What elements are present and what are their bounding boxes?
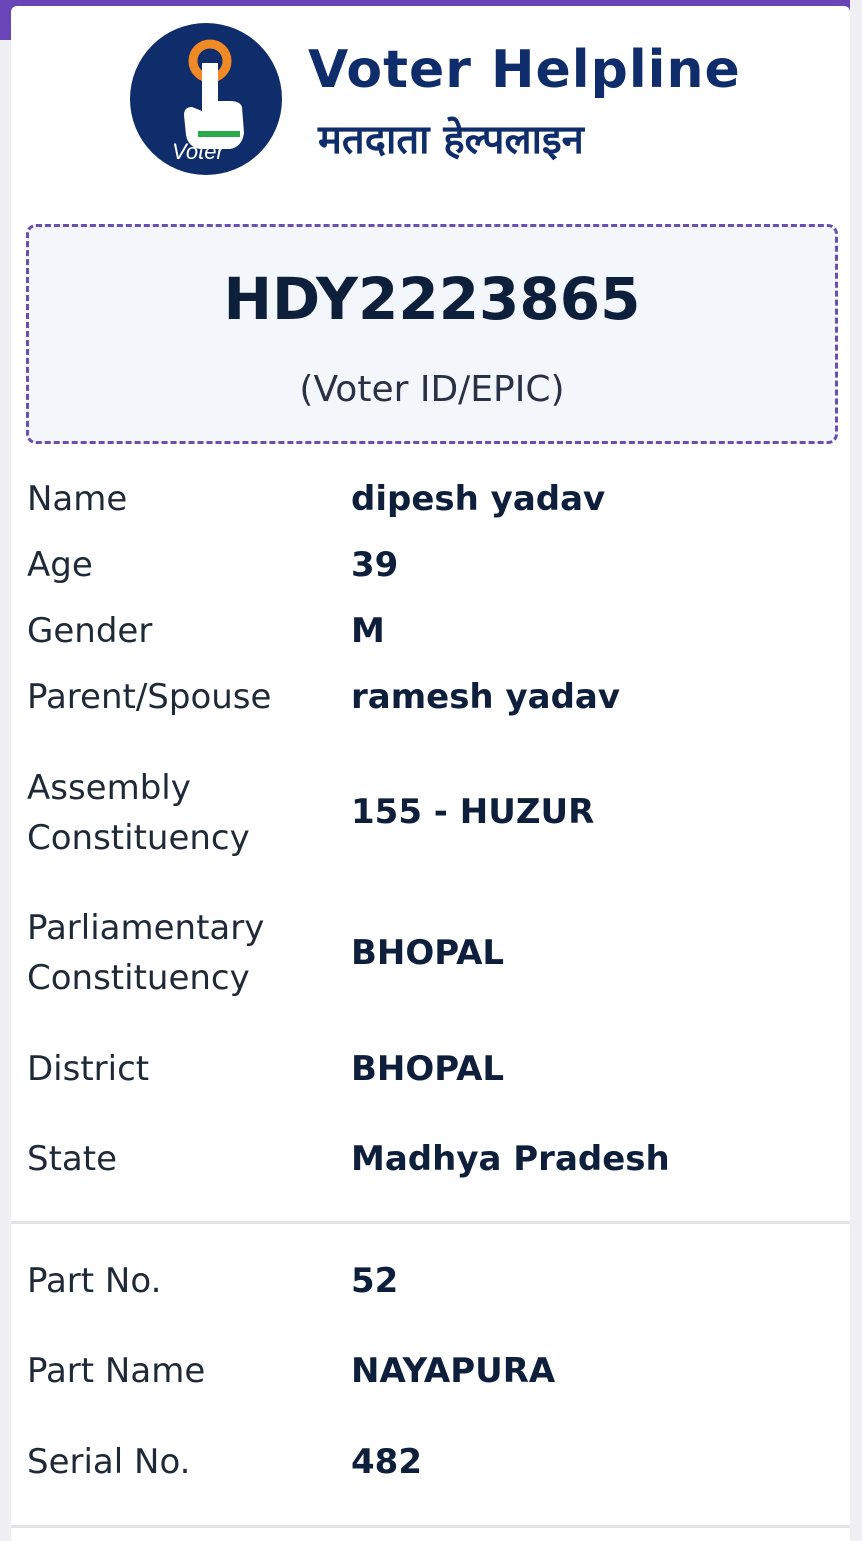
parent-spouse-value: ramesh yadav [351,677,621,717]
part-name-value: NAYAPURA [351,1351,556,1391]
app-title: Voter Helpline [308,40,741,100]
serial-no-label: Serial No. [27,1442,191,1482]
name-value: dipesh yadav [351,479,606,519]
gender-label: Gender [27,611,153,651]
district-value: BHOPAL [351,1049,505,1089]
epic-box: HDY2223865 (Voter ID/EPIC) [26,224,838,444]
parliamentary-value: BHOPAL [351,933,505,973]
gender-value: M [351,611,385,651]
epic-number: HDY2223865 [223,265,641,333]
section-divider [11,1221,850,1224]
parent-spouse-label: Parent/Spouse [27,677,272,717]
name-label: Name [27,479,128,519]
assembly-label-line1: Assembly [27,768,191,808]
epic-label: (Voter ID/EPIC) [299,369,565,410]
section-divider-bottom [11,1525,850,1528]
assembly-label-line2: Constituency [27,818,250,858]
part-name-label: Part Name [27,1351,206,1391]
parliamentary-label-line2: Constituency [27,958,250,998]
background-right [850,0,862,1541]
age-value: 39 [351,545,399,585]
voter-helpline-logo-icon: Voter [130,23,282,175]
assembly-value: 155 - HUZUR [351,792,595,832]
logo-text: Voter [172,139,225,164]
state-label: State [27,1139,117,1179]
age-label: Age [27,545,93,585]
serial-no-value: 482 [351,1442,422,1482]
part-no-label: Part No. [27,1261,162,1301]
background-left [0,40,11,1541]
state-value: Madhya Pradesh [351,1139,670,1179]
parliamentary-label-line1: Parliamentary [27,908,265,948]
part-no-value: 52 [351,1261,399,1301]
district-label: District [27,1049,150,1089]
app-title-hindi: मतदाता हेल्पलाइन [318,117,584,163]
app-header: Voter Voter Helpline मतदाता हेल्पलाइन [120,18,740,178]
